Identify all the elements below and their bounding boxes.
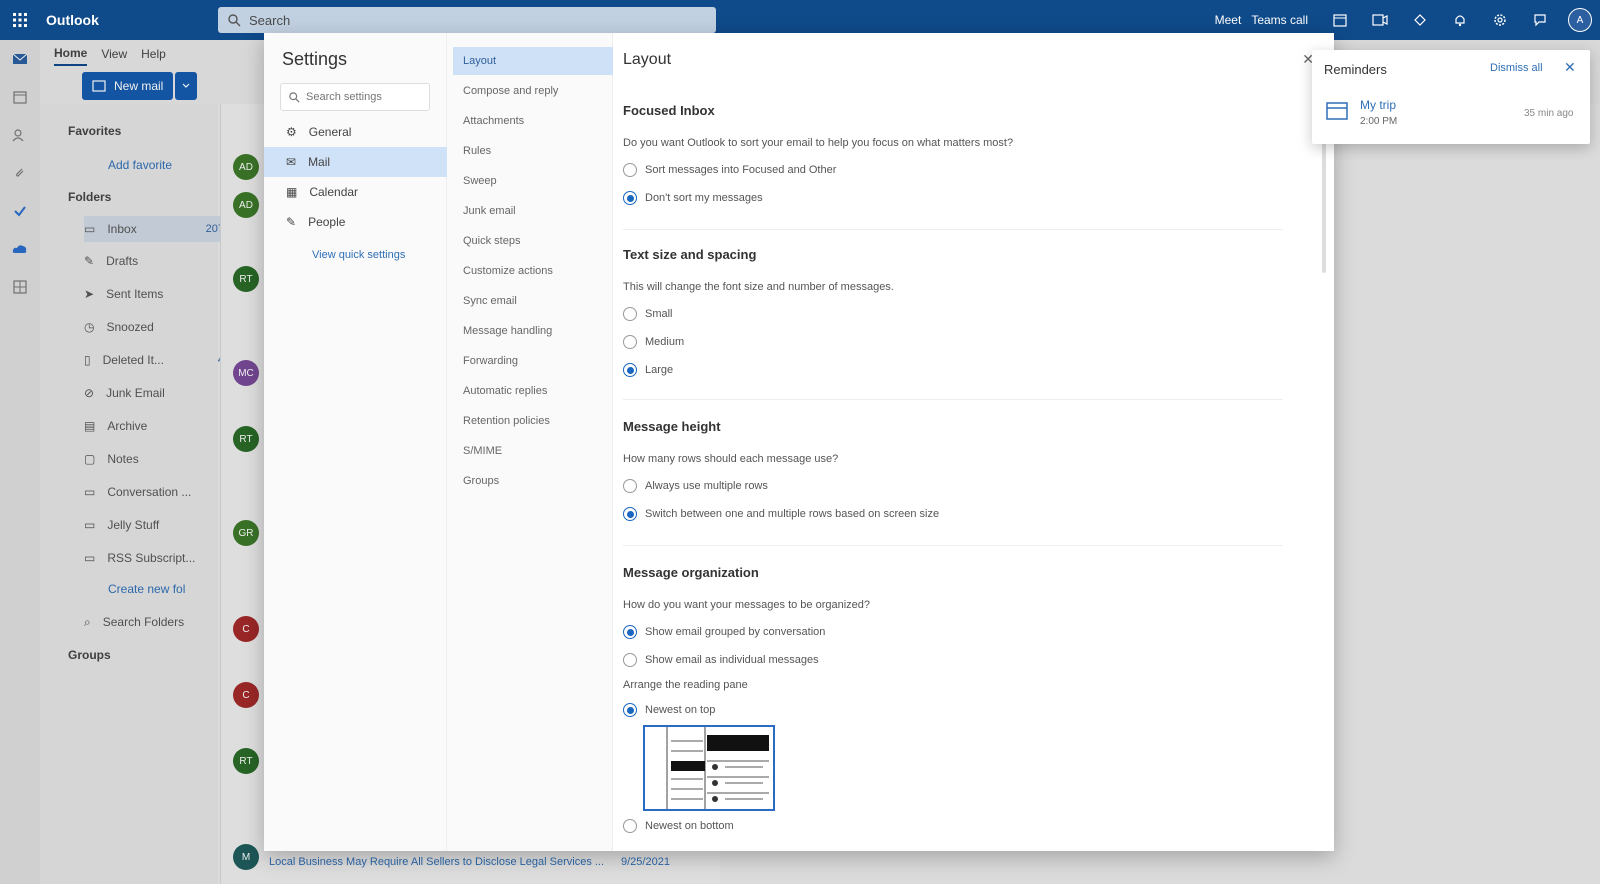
option-sort-focused[interactable]: Sort messages into Focused and Other: [623, 163, 836, 177]
text-size-description: This will change the font size and numbe…: [623, 281, 894, 293]
settings-gear-icon[interactable]: [1480, 0, 1520, 40]
divider: [623, 399, 1283, 400]
reminders-panel: Reminders Dismiss all ✕ My trip 2:00 PM …: [1312, 50, 1590, 144]
text-size-title: Text size and spacing: [623, 247, 757, 262]
reading-pane-preview-image: [643, 725, 775, 811]
teams-call-button[interactable]: Teams call: [1251, 13, 1308, 27]
radio-button[interactable]: [623, 335, 637, 349]
subnav-forwarding[interactable]: Forwarding: [453, 347, 613, 375]
subnav-quick-steps[interactable]: Quick steps: [453, 227, 613, 255]
radio-button[interactable]: [623, 703, 637, 717]
option-large[interactable]: Large: [623, 363, 673, 377]
option-dont-sort[interactable]: Don't sort my messages: [623, 191, 763, 205]
settings-dialog: Settings ⚙General ✉Mail ▦Calendar ✎Peopl…: [264, 33, 1334, 851]
option-multiple-rows[interactable]: Always use multiple rows: [623, 479, 768, 493]
reminder-name[interactable]: My trip: [1360, 98, 1396, 112]
radio-button[interactable]: [623, 307, 637, 321]
option-switch-rows[interactable]: Switch between one and multiple rows bas…: [623, 507, 939, 521]
subnav-junk-email[interactable]: Junk email: [453, 197, 613, 225]
focused-inbox-question: Do you want Outlook to sort your email t…: [623, 137, 1014, 149]
settings-nav-general[interactable]: ⚙ General: [264, 117, 447, 147]
settings-title: Settings: [282, 49, 348, 69]
radio-button[interactable]: [623, 653, 637, 667]
subnav-sweep[interactable]: Sweep: [453, 167, 613, 195]
subnav-layout[interactable]: Layout: [453, 47, 613, 75]
option-newest-on-bottom[interactable]: Newest on bottom: [623, 819, 734, 833]
radio-button[interactable]: [623, 191, 637, 205]
reminders-title: Reminders: [1324, 62, 1387, 77]
message-organization-title: Message organization: [623, 565, 759, 580]
search-box[interactable]: Search: [218, 7, 716, 33]
message-organization-question: How do you want your messages to be orga…: [623, 599, 871, 611]
settings-nav: Settings ⚙General ✉Mail ▦Calendar ✎Peopl…: [264, 33, 447, 851]
option-individual-messages[interactable]: Show email as individual messages: [623, 653, 819, 667]
content-title: Layout: [623, 51, 672, 68]
settings-nav-calendar[interactable]: ▦ Calendar: [264, 177, 447, 207]
radio-button[interactable]: [623, 479, 637, 493]
app-title[interactable]: Outlook: [46, 12, 216, 28]
subnav-customize-actions[interactable]: Customize actions: [453, 257, 613, 285]
settings-subnav: Layout Compose and reply Attachments Rul…: [447, 33, 613, 851]
tips-icon[interactable]: [1400, 0, 1440, 40]
view-quick-settings-link[interactable]: View quick settings: [312, 249, 405, 261]
subnav-compose-and-reply[interactable]: Compose and reply: [453, 77, 613, 105]
subnav-smime[interactable]: S/MIME: [453, 437, 613, 465]
reminder-time: 2:00 PM: [1360, 116, 1398, 127]
account-button[interactable]: A: [1560, 0, 1600, 40]
avatar: A: [1568, 8, 1592, 32]
mail-icon: ✉: [286, 155, 297, 169]
calendar-icon: ▦: [286, 185, 298, 199]
search-icon: [228, 13, 241, 26]
reminder-ago: 35 min ago: [1524, 108, 1574, 119]
option-grouped-conversation[interactable]: Show email grouped by conversation: [623, 625, 825, 639]
message-height-question: How many rows should each message use?: [623, 453, 839, 465]
app-launcher-icon[interactable]: [0, 0, 40, 40]
feedback-icon[interactable]: [1520, 0, 1560, 40]
radio-button[interactable]: [623, 363, 637, 377]
pencil-icon: ✎: [286, 215, 297, 229]
gear-icon: ⚙: [286, 125, 297, 139]
close-icon[interactable]: ✕: [1564, 59, 1576, 76]
radio-button[interactable]: [623, 625, 637, 639]
radio-button[interactable]: [623, 819, 637, 833]
option-newest-on-top[interactable]: Newest on top: [623, 703, 715, 717]
subnav-attachments[interactable]: Attachments: [453, 107, 613, 135]
arrange-reading-pane-label: Arrange the reading pane: [623, 679, 748, 691]
focused-inbox-title: Focused Inbox: [623, 103, 715, 118]
settings-nav-mail[interactable]: ✉ Mail: [264, 147, 447, 177]
settings-search-box[interactable]: [280, 83, 430, 111]
subnav-sync-email[interactable]: Sync email: [453, 287, 613, 315]
divider: [623, 545, 1283, 546]
meet-now-button[interactable]: Meet: [1215, 13, 1242, 27]
radio-button[interactable]: [623, 507, 637, 521]
dismiss-all-button[interactable]: Dismiss all: [1490, 62, 1543, 74]
radio-button[interactable]: [623, 163, 637, 177]
calendar-icon: [1326, 100, 1348, 123]
subnav-rules[interactable]: Rules: [453, 137, 613, 165]
search-icon: [289, 91, 300, 103]
settings-content: Layout ✕ Focused Inbox Do you want Outlo…: [613, 33, 1334, 851]
divider: [623, 229, 1283, 230]
option-small[interactable]: Small: [623, 307, 673, 321]
message-height-title: Message height: [623, 419, 721, 434]
search-placeholder: Search: [249, 12, 291, 28]
settings-nav-people[interactable]: ✎ People: [264, 207, 447, 237]
subnav-groups[interactable]: Groups: [453, 467, 613, 495]
option-medium[interactable]: Medium: [623, 335, 684, 349]
subnav-message-handling[interactable]: Message handling: [453, 317, 613, 345]
subnav-retention-policies[interactable]: Retention policies: [453, 407, 613, 435]
notifications-bell-icon[interactable]: [1440, 0, 1480, 40]
subnav-automatic-replies[interactable]: Automatic replies: [453, 377, 613, 405]
teams-icon[interactable]: [1360, 0, 1400, 40]
scrollbar[interactable]: [1322, 143, 1326, 273]
settings-search-input[interactable]: [306, 91, 421, 103]
